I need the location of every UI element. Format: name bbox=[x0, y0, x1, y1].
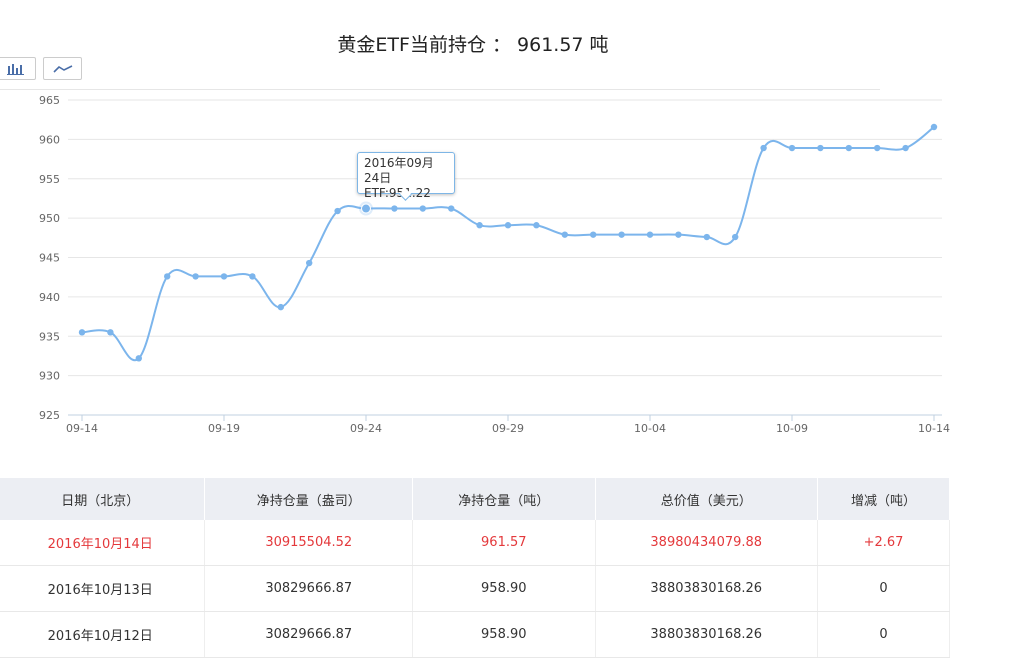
data-point[interactable] bbox=[845, 144, 852, 152]
cell-change: 0 bbox=[817, 611, 951, 658]
data-point[interactable] bbox=[590, 231, 597, 238]
cell-ounces: 30829666.87 bbox=[204, 611, 414, 658]
data-point[interactable] bbox=[618, 231, 625, 238]
y-tick-label: 955 bbox=[39, 173, 60, 186]
cell-tons: 958.90 bbox=[412, 611, 596, 658]
x-tick-label: 09-24 bbox=[350, 422, 382, 435]
data-point[interactable] bbox=[192, 273, 199, 280]
data-point[interactable] bbox=[533, 222, 540, 229]
data-point[interactable] bbox=[448, 205, 455, 212]
cell-tons: 961.57 bbox=[412, 520, 596, 566]
data-point[interactable] bbox=[164, 273, 171, 280]
table-row: 2016年10月13日 30829666.87 958.90 388038301… bbox=[0, 565, 951, 612]
data-point[interactable] bbox=[419, 205, 426, 212]
x-tick-label: 10-09 bbox=[776, 422, 808, 435]
x-tick-label: 10-14 bbox=[918, 422, 950, 435]
cell-date: 2016年10月12日 bbox=[0, 611, 206, 658]
y-tick-label: 960 bbox=[39, 133, 60, 146]
data-point[interactable] bbox=[107, 329, 114, 336]
data-point[interactable] bbox=[646, 231, 654, 238]
cell-total-value: 38980434079.88 bbox=[595, 520, 818, 566]
cell-tons: 958.90 bbox=[412, 565, 596, 612]
data-point[interactable] bbox=[391, 205, 398, 212]
data-point[interactable] bbox=[78, 329, 86, 336]
y-tick-label: 930 bbox=[39, 370, 60, 383]
data-point[interactable] bbox=[732, 233, 739, 241]
header-ounces: 净持仓量（盎司） bbox=[204, 478, 414, 520]
data-point[interactable] bbox=[703, 233, 710, 241]
table-row: 2016年10月14日 30915504.52 961.57 389804340… bbox=[0, 520, 951, 566]
data-point[interactable] bbox=[930, 123, 938, 131]
x-tick-label: 09-29 bbox=[492, 422, 524, 435]
y-tick-label: 940 bbox=[39, 291, 60, 304]
data-point[interactable] bbox=[561, 231, 568, 238]
header-change: 增减（吨） bbox=[817, 478, 951, 520]
data-point[interactable] bbox=[874, 144, 881, 152]
table-header-row: 日期（北京） 净持仓量（盎司） 净持仓量（吨） 总价值（美元） 增减（吨） bbox=[0, 478, 951, 520]
data-point[interactable] bbox=[675, 231, 682, 238]
data-point[interactable] bbox=[760, 144, 767, 152]
cell-total-value: 38803830168.26 bbox=[595, 611, 818, 658]
header-date: 日期（北京） bbox=[0, 478, 206, 520]
tooltip-date: 2016年09月24日 bbox=[364, 156, 434, 185]
holdings-table: 日期（北京） 净持仓量（盎司） 净持仓量（吨） 总价值（美元） 增减（吨） 20… bbox=[0, 478, 951, 658]
y-tick-label: 945 bbox=[39, 252, 60, 265]
bar-chart-icon bbox=[7, 63, 24, 75]
data-point[interactable] bbox=[902, 144, 909, 152]
y-tick-label: 965 bbox=[39, 94, 60, 107]
cell-date: 2016年10月14日 bbox=[0, 520, 206, 566]
data-point[interactable] bbox=[306, 259, 313, 267]
data-point[interactable] bbox=[220, 273, 228, 280]
data-point[interactable] bbox=[277, 303, 284, 311]
page-title: 黄金ETF当前持仓 ： 961.57 吨 bbox=[337, 34, 609, 56]
data-point[interactable] bbox=[788, 144, 796, 152]
cell-date: 2016年10月13日 bbox=[0, 565, 206, 612]
cell-ounces: 30915504.52 bbox=[204, 520, 414, 566]
cell-change: +2.67 bbox=[817, 520, 951, 566]
data-point[interactable] bbox=[817, 144, 824, 152]
data-point[interactable] bbox=[334, 207, 341, 215]
series-line-etf bbox=[81, 126, 935, 362]
x-tick-label: 09-14 bbox=[66, 422, 98, 435]
y-tick-label: 935 bbox=[39, 330, 60, 343]
data-point[interactable] bbox=[135, 355, 142, 362]
data-point-active[interactable] bbox=[361, 203, 371, 214]
x-tick-label: 09-19 bbox=[208, 422, 240, 435]
data-point[interactable] bbox=[249, 273, 256, 280]
data-point[interactable] bbox=[476, 222, 483, 229]
etf-line-chart: 925 930 935 940 945 950 955 960 965 09-14 09-19 09-… bbox=[39, 94, 950, 435]
chart-tooltip: 2016年09月24日 ETF:951.22 bbox=[357, 152, 455, 200]
table-row: 2016年10月12日 30829666.87 958.90 388038301… bbox=[0, 611, 951, 658]
header-tons: 净持仓量（吨） bbox=[412, 478, 596, 520]
tooltip-value: ETF:951.22 bbox=[364, 186, 431, 200]
line-chart-icon bbox=[52, 64, 72, 73]
cell-ounces: 30829666.87 bbox=[204, 565, 414, 612]
line-view-button[interactable] bbox=[43, 57, 82, 80]
y-tick-label: 950 bbox=[39, 212, 60, 225]
cell-change: 0 bbox=[817, 565, 951, 612]
x-tick-label: 10-04 bbox=[634, 422, 666, 435]
bar-view-button[interactable] bbox=[0, 57, 36, 80]
y-tick-label: 925 bbox=[39, 409, 60, 422]
header-total-value: 总价值（美元） bbox=[595, 478, 818, 520]
data-point[interactable] bbox=[504, 222, 512, 229]
cell-total-value: 38803830168.26 bbox=[595, 565, 818, 612]
